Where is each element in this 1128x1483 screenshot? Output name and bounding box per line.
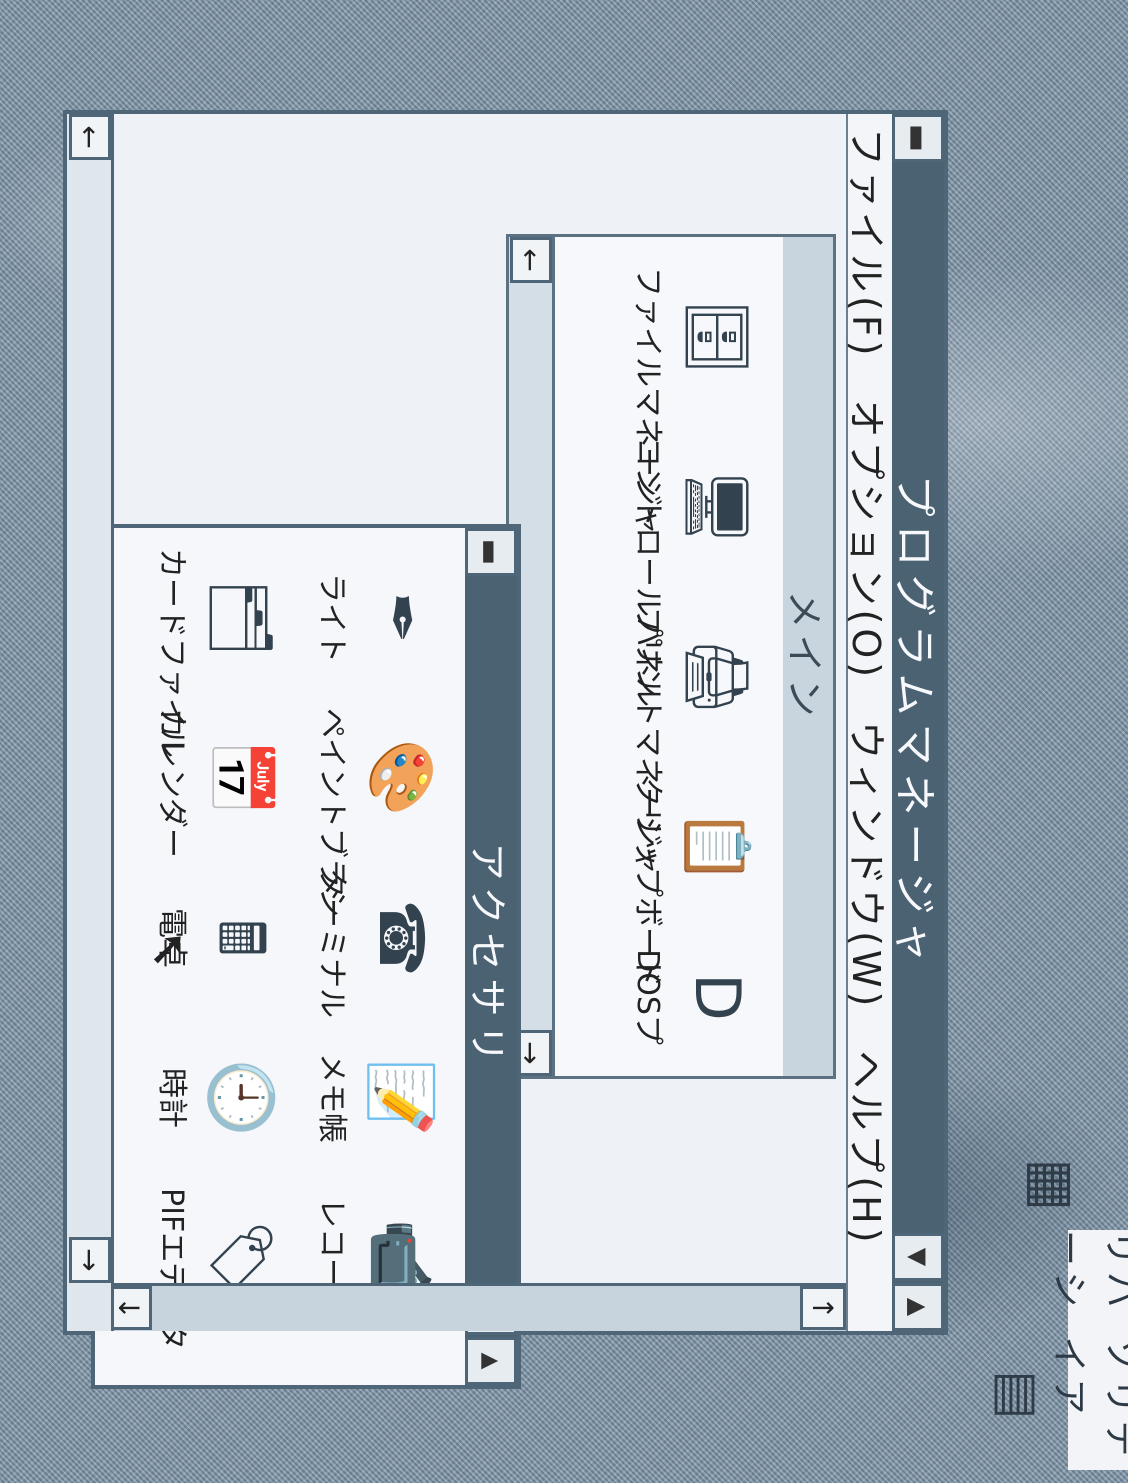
calendar-icon: 📅 <box>205 739 278 817</box>
file-manager-item[interactable]: 🗄 ファイルマネージャ <box>629 267 754 535</box>
menu-file[interactable]: ファイル(F) <box>843 128 898 360</box>
program-manager-vertical-scrollbar[interactable]: ↑ ↓ <box>106 1283 846 1331</box>
clipboard-icon: 📋 <box>681 808 754 886</box>
accessories-title-bar[interactable]: アクセサリ <box>465 528 517 1385</box>
notepad-item[interactable]: 📝 メモ帳 <box>313 1028 438 1168</box>
program-manager-horizontal-scrollbar[interactable]: ← → <box>67 114 114 1331</box>
file-manager-label: ファイルマネージャ <box>630 267 665 535</box>
accessories-title: アクセサリ <box>465 842 510 1071</box>
dos-prompt-item[interactable]: D DOSプ <box>629 927 754 1067</box>
paintbrush-item[interactable]: 🎨 ペイントブラシ <box>313 708 438 918</box>
write-item[interactable]: ✒ ライト <box>313 548 438 688</box>
scroll-left-button[interactable]: ← <box>510 237 552 283</box>
hscroll-left-button[interactable]: ← <box>69 114 111 160</box>
control-panel-icon: 🖥 <box>681 467 754 547</box>
file-manager-icon: 🗄 <box>681 297 754 377</box>
reversi-app-icon[interactable]: ▦ <box>1018 1150 1088 1220</box>
reversi-label: リバーシ <box>1048 1230 1128 1315</box>
terminal-icon: ☎ <box>365 899 438 977</box>
solitaire-label: ソリテイア <box>1048 1336 1128 1463</box>
rotated-screen: リバーシ ソリテイア ▦ ▤ プログラムマネージャ ▬ ▼ ▲ ファイル(F) … <box>0 0 1128 1483</box>
calendar-item[interactable]: 📅 カレンダー <box>153 708 278 858</box>
system-menu-button[interactable]: ▬ <box>892 114 944 162</box>
menu-bar: ファイル(F) オプション(O) ウィンドウ(W) ヘルプ(H) <box>845 114 892 1331</box>
clipboard-item[interactable]: 📋 クリップボード <box>629 777 754 987</box>
print-manager-item[interactable]: 🖨 プリントマネージャ <box>629 607 754 875</box>
cardfile-item[interactable]: 🗂 カードファイル <box>153 548 278 758</box>
clock-label: 時計 <box>154 1068 189 1128</box>
scroll-up-button[interactable]: ↑ <box>800 1286 846 1330</box>
write-label: ライト <box>314 573 349 663</box>
write-icon: ✒ <box>365 592 438 644</box>
control-panel-item[interactable]: 🖥 コントロールパネル <box>629 437 754 707</box>
program-manager-title-bar[interactable]: プログラムマネージャ <box>891 114 944 1331</box>
maximize-button[interactable]: ▲ <box>892 1283 944 1331</box>
menu-help[interactable]: ヘルプ(H) <box>843 1050 898 1246</box>
print-manager-icon: 🖨 <box>681 637 754 717</box>
dos-prompt-icon: D <box>681 973 754 1021</box>
control-panel-label: コントロールパネル <box>630 437 665 707</box>
menu-window[interactable]: ウィンドウ(W) <box>843 721 898 1010</box>
main-group-items: 🗄 ファイルマネージャ 🖥 コントロールパネル 🖨 プリントマネージャ 📋 クリ… <box>533 267 754 1047</box>
paintbrush-icon: 🎨 <box>365 739 438 817</box>
clock-item[interactable]: 🕘 時計 <box>153 1028 278 1168</box>
menu-options[interactable]: オプション(O) <box>843 400 898 682</box>
cardfile-label: カードファイル <box>154 548 189 758</box>
accessories-maximize-button[interactable]: ▲ <box>465 1337 517 1385</box>
solitaire-app-icon[interactable]: ▤ <box>983 1360 1053 1430</box>
clock-icon: 🕘 <box>205 1059 278 1137</box>
terminal-item[interactable]: ☎ ターミナル <box>313 868 438 1018</box>
paintbrush-label: ペイントブラシ <box>314 708 349 918</box>
program-manager-client-area: メイン 🗄 ファイルマネージャ 🖥 コントロールパネル 🖨 プリントマネージャ <box>91 114 846 1389</box>
notepad-icon: 📝 <box>365 1059 438 1137</box>
calculator-icon: 🖩 <box>205 919 278 957</box>
print-manager-label: プリントマネージャ <box>630 607 665 875</box>
hscroll-right-button[interactable]: → <box>69 1237 111 1283</box>
main-group-title-bar[interactable]: メイン <box>783 237 833 1076</box>
cardfile-icon: 🗂 <box>205 578 278 658</box>
accessories-system-menu-button[interactable]: ▬ <box>465 528 517 576</box>
calendar-label: カレンダー <box>154 708 189 858</box>
dos-prompt-label: DOSプ <box>630 949 665 1045</box>
program-manager-window: プログラムマネージャ ▬ ▼ ▲ ファイル(F) オプション(O) ウィンドウ(… <box>63 110 948 1389</box>
notepad-label: メモ帳 <box>314 1053 349 1143</box>
main-group-title: メイン <box>782 590 827 723</box>
terminal-label: ターミナル <box>314 868 349 1018</box>
mouse-pointer-icon: ➚ <box>148 920 189 976</box>
clipboard-label: クリップボード <box>630 777 665 987</box>
reversi-solitaire-icon-label[interactable]: リバーシ ソリテイア <box>1048 1230 1128 1470</box>
minimize-button[interactable]: ▼ <box>892 1233 944 1281</box>
main-group-window: メイン 🗄 ファイルマネージャ 🖥 コントロールパネル 🖨 プリントマネージャ <box>506 234 836 1079</box>
